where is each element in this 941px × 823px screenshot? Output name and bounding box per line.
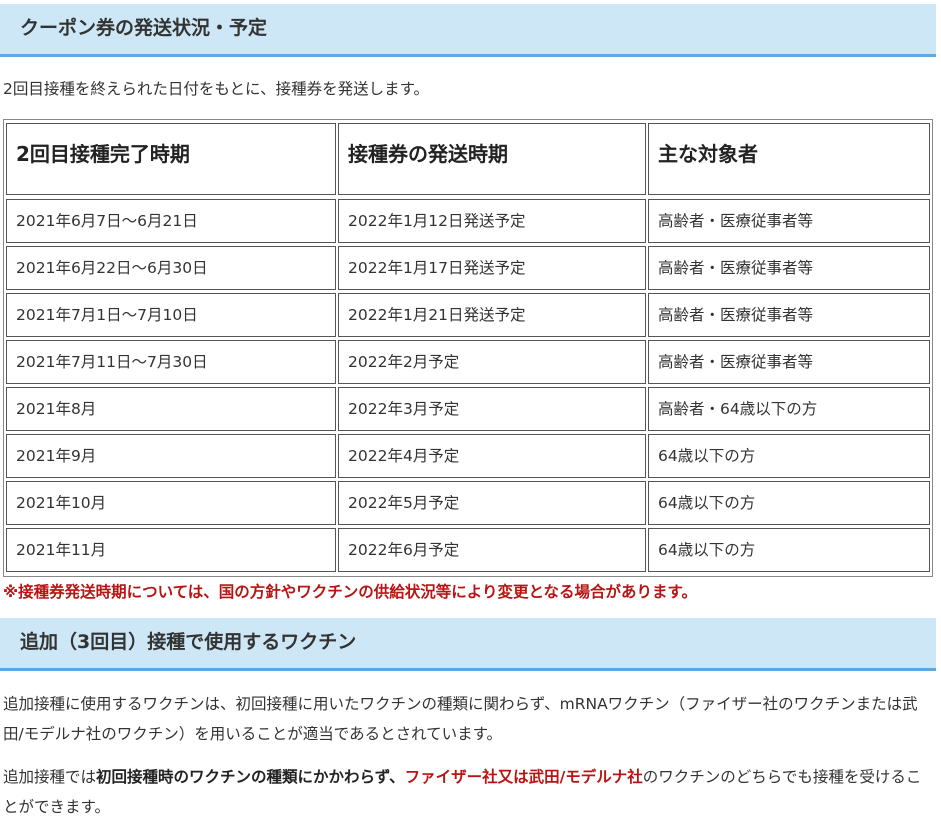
header-cell-completion-period: 2回目接種完了時期: [6, 123, 336, 195]
cell-target-group: 高齢者・64歳以下の方: [648, 387, 930, 431]
table-row: 2021年7月11日～7月30日 2022年2月予定 高齢者・医療従事者等: [6, 340, 930, 384]
cell-dispatch-period: 2022年1月12日発送予定: [338, 199, 646, 243]
intro-text: 2回目接種を終えられた日付をもとに、接種券を発送します。: [3, 80, 430, 98]
cell-completion-period: 2021年10月: [6, 481, 336, 525]
cell-dispatch-period: 2022年2月予定: [338, 340, 646, 384]
vaccine-paragraph-1: 追加接種に使用するワクチンは、初回接種に用いたワクチンの種類に関わらず、mRNA…: [3, 695, 918, 743]
table-row: 2021年11月 2022年6月予定 64歳以下の方: [6, 528, 930, 572]
cell-completion-period: 2021年6月7日～6月21日: [6, 199, 336, 243]
cell-completion-period: 2021年8月: [6, 387, 336, 431]
cell-dispatch-period: 2022年6月予定: [338, 528, 646, 572]
table-row: 2021年8月 2022年3月予定 高齢者・64歳以下の方: [6, 387, 930, 431]
cell-completion-period: 2021年11月: [6, 528, 336, 572]
cell-target-group: 高齢者・医療従事者等: [648, 246, 930, 290]
cell-target-group: 高齢者・医療従事者等: [648, 340, 930, 384]
table-row: 2021年6月7日～6月21日 2022年1月12日発送予定 高齢者・医療従事者等: [6, 199, 930, 243]
section-heading-coupon-status: クーポン券の発送状況・予定: [0, 4, 936, 57]
cell-completion-period: 2021年7月11日～7月30日: [6, 340, 336, 384]
schedule-table: 2回目接種完了時期 接種券の発送時期 主な対象者 2021年6月7日～6月21日…: [3, 119, 933, 577]
cell-dispatch-period: 2022年1月17日発送予定: [338, 246, 646, 290]
cell-target-group: 高齢者・医療従事者等: [648, 199, 930, 243]
cell-target-group: 64歳以下の方: [648, 481, 930, 525]
emphasis-bold-text: 初回接種時のワクチンの種類にかかわらず、: [96, 768, 405, 786]
cell-completion-period: 2021年6月22日～6月30日: [6, 246, 336, 290]
section-title: 追加（3回目）接種で使用するワクチン: [20, 631, 357, 653]
cell-target-group: 64歳以下の方: [648, 434, 930, 478]
cell-target-group: 64歳以下の方: [648, 528, 930, 572]
cell-dispatch-period: 2022年3月予定: [338, 387, 646, 431]
header-cell-target-group: 主な対象者: [648, 123, 930, 195]
table-row: 2021年9月 2022年4月予定 64歳以下の方: [6, 434, 930, 478]
table-row: 2021年6月22日～6月30日 2022年1月17日発送予定 高齢者・医療従事者等: [6, 246, 930, 290]
section-heading-booster-vaccine: 追加（3回目）接種で使用するワクチン: [0, 618, 936, 671]
table-row: 2021年7月1日～7月10日 2022年1月21日発送予定 高齢者・医療従事者等: [6, 293, 930, 337]
paragraph-text: 追加接種では: [3, 768, 97, 786]
cell-dispatch-period: 2022年5月予定: [338, 481, 646, 525]
cell-target-group: 高齢者・医療従事者等: [648, 293, 930, 337]
cell-dispatch-period: 2022年4月予定: [338, 434, 646, 478]
emphasis-red-text: ファイザー社又は武田/モデルナ社: [404, 768, 643, 786]
vaccine-paragraph-2: 追加接種では初回接種時のワクチンの種類にかかわらず、ファイザー社又は武田/モデル…: [3, 762, 933, 822]
table-row: 2021年10月 2022年5月予定 64歳以下の方: [6, 481, 930, 525]
header-cell-dispatch-period: 接種券の発送時期: [338, 123, 646, 195]
section-title: クーポン券の発送状況・予定: [20, 17, 268, 39]
cell-completion-period: 2021年9月: [6, 434, 336, 478]
notice-text: ※接種券発送時期については、国の方針やワクチンの供給状況等により変更となる場合が…: [3, 583, 697, 601]
cell-dispatch-period: 2022年1月21日発送予定: [338, 293, 646, 337]
table-header-row: 2回目接種完了時期 接種券の発送時期 主な対象者: [6, 123, 930, 195]
cell-completion-period: 2021年7月1日～7月10日: [6, 293, 336, 337]
